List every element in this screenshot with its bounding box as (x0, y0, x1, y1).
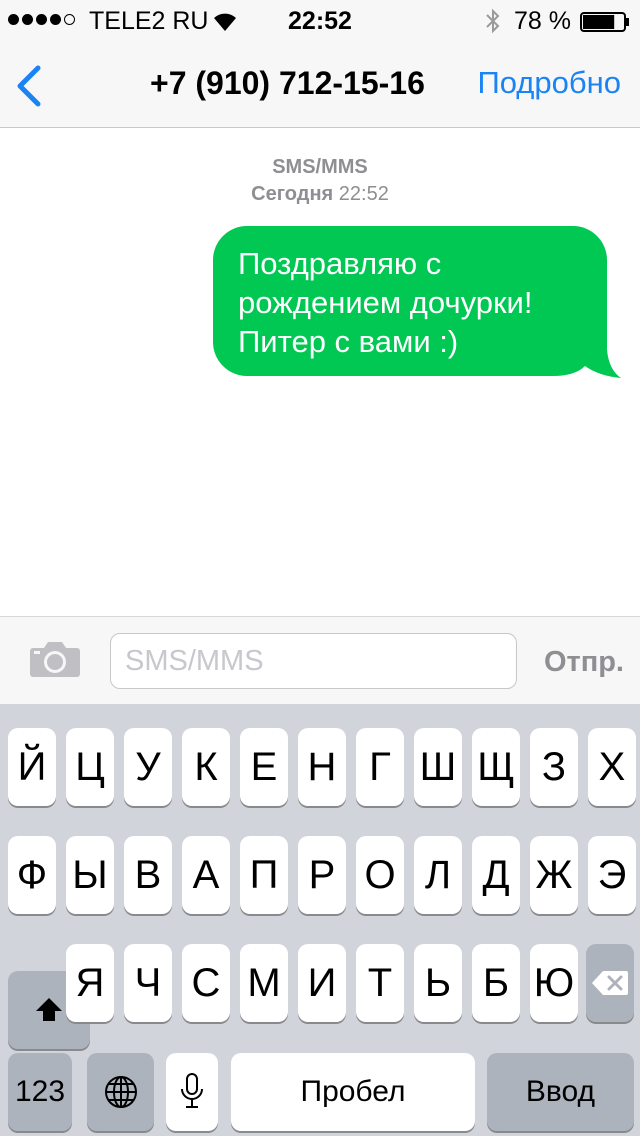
letter-key[interactable]: В (124, 836, 172, 914)
message-text: Поздравляю с рождением дочурки! Питер с … (238, 246, 533, 359)
letter-key[interactable]: Р (298, 836, 346, 914)
globe-key[interactable] (87, 1053, 154, 1131)
status-bar: TELE2 RU 22:52 78 % (0, 0, 640, 40)
bluetooth-icon (486, 8, 500, 34)
message-timestamp: Сегодня 22:52 (0, 183, 640, 206)
letter-key[interactable]: И (298, 944, 346, 1022)
nav-bar: +7 (910) 712-15-16 Подробно (0, 40, 640, 128)
letter-key[interactable]: Ц (66, 728, 114, 806)
letter-key[interactable]: С (182, 944, 230, 1022)
letter-key[interactable]: Ч (124, 944, 172, 1022)
date-time: 22:52 (338, 183, 389, 205)
letter-key[interactable]: Ы (66, 836, 114, 914)
letter-key[interactable]: З (530, 728, 578, 806)
letter-key[interactable]: Й (8, 728, 56, 806)
letter-key[interactable]: У (124, 728, 172, 806)
date-label: Сегодня (251, 183, 334, 205)
letter-key[interactable]: Д (472, 836, 520, 914)
dictation-key[interactable] (166, 1053, 218, 1131)
letter-key[interactable]: К (182, 728, 230, 806)
details-button[interactable]: Подробно (477, 65, 621, 101)
letter-key[interactable]: Л (414, 836, 462, 914)
backspace-key[interactable] (586, 944, 634, 1022)
microphone-icon (181, 1073, 203, 1108)
letter-key[interactable]: Н (298, 728, 346, 806)
letter-key[interactable]: Ж (530, 836, 578, 914)
message-input[interactable] (110, 633, 517, 689)
letter-key[interactable]: Б (472, 944, 520, 1022)
globe-icon (104, 1076, 137, 1108)
space-key[interactable]: Пробел (231, 1053, 475, 1131)
letter-key[interactable]: Я (66, 944, 114, 1022)
keyboard: 123 Пробел Ввод ЙЦУКЕНГШЩЗХ ФЫВАПРОЛДЖЭ ЯЧ… (0, 704, 640, 1136)
backspace-icon (592, 971, 628, 995)
chevron-left-icon[interactable] (14, 64, 46, 108)
letter-key[interactable]: Х (588, 728, 636, 806)
letter-key[interactable]: Э (588, 836, 636, 914)
letter-key[interactable]: Ш (414, 728, 462, 806)
letter-key[interactable]: Т (356, 944, 404, 1022)
letter-key[interactable]: Ф (8, 836, 56, 914)
send-button[interactable]: Отпр. (544, 646, 624, 679)
camera-icon[interactable] (29, 640, 81, 678)
letter-key[interactable]: Ю (530, 944, 578, 1022)
return-key[interactable]: Ввод (487, 1053, 634, 1131)
shift-arrow-icon (36, 998, 62, 1021)
compose-bar: Отпр. (0, 616, 640, 704)
message-type-label: SMS/MMS (272, 156, 368, 178)
battery-icon (580, 12, 629, 32)
letter-key[interactable]: А (182, 836, 230, 914)
letter-key[interactable]: П (240, 836, 288, 914)
numbers-key[interactable]: 123 (8, 1053, 72, 1131)
battery-percent: 78 % (514, 7, 571, 35)
contact-phone-title: +7 (910) 712-15-16 (150, 65, 425, 101)
outgoing-message-bubble[interactable]: Поздравляю с рождением дочурки! Питер с … (213, 226, 621, 378)
letter-key[interactable]: О (356, 836, 404, 914)
letter-key[interactable]: Ь (414, 944, 462, 1022)
letter-key[interactable]: М (240, 944, 288, 1022)
letter-key[interactable]: Г (356, 728, 404, 806)
letter-key[interactable]: Е (240, 728, 288, 806)
letter-key[interactable]: Щ (472, 728, 520, 806)
